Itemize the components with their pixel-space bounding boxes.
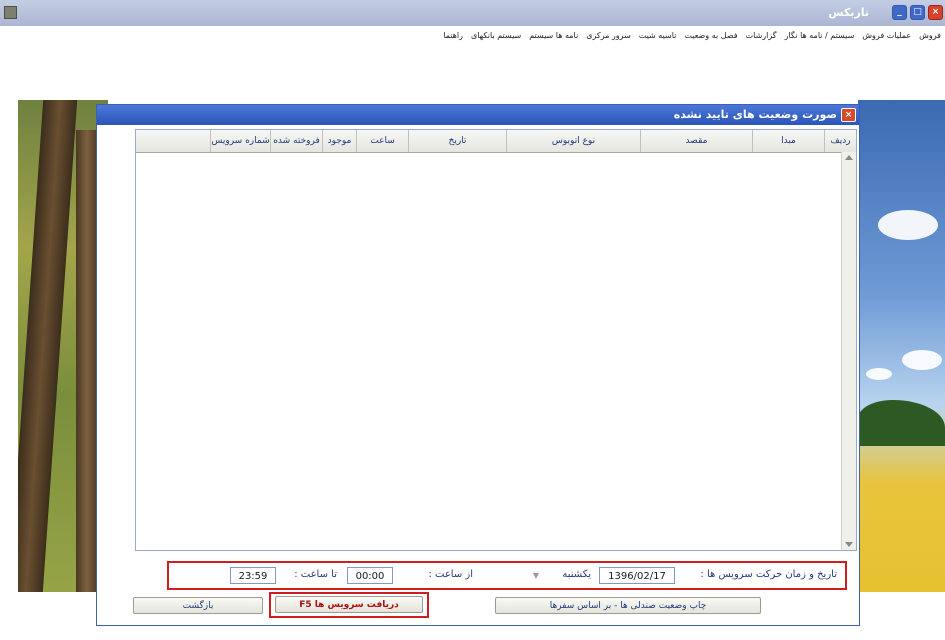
column-date[interactable]: تاریخ bbox=[408, 130, 506, 152]
menu-item-9[interactable]: سیستم بانکهای bbox=[467, 26, 525, 46]
to-time-field[interactable]: 23:59 bbox=[230, 567, 276, 584]
back-button[interactable]: بازگشت bbox=[133, 597, 263, 614]
close-button[interactable]: × bbox=[928, 5, 943, 20]
column-sold[interactable]: فروخته شده bbox=[270, 130, 322, 152]
grid-scrollbar[interactable] bbox=[841, 152, 856, 550]
departure-date-label: تاریخ و زمان حرکت سرویس ها : bbox=[700, 569, 837, 580]
menu-item-3[interactable]: سیستم / نامه ها نگار bbox=[781, 26, 859, 46]
menu-item-5[interactable]: فصل به وضعیت bbox=[680, 26, 741, 46]
unconfirmed-statements-dialog: × صورت وضعیت های تایید نشده ردیف مبدا مق… bbox=[96, 104, 860, 626]
column-bus-type[interactable]: نوع اتوبوس bbox=[506, 130, 640, 152]
services-grid[interactable]: ردیف مبدا مقصد نوع اتوبوس تاریخ ساعت موج… bbox=[135, 129, 857, 551]
column-service-number[interactable]: شماره سرویس bbox=[210, 130, 270, 152]
app-title: تاربکس bbox=[828, 6, 869, 19]
menu-bar: فروش عملیات فروش سیستم / نامه ها نگار گز… bbox=[0, 26, 945, 46]
receive-services-button[interactable]: دریافت سرویس ها F5 bbox=[275, 596, 423, 613]
background-landscape-image bbox=[858, 100, 945, 592]
app-titlebar: تاربکس _ □ × bbox=[0, 0, 945, 26]
scroll-down-icon[interactable] bbox=[845, 542, 853, 547]
from-time-label: از ساعت : bbox=[428, 569, 473, 580]
from-time-field[interactable]: 00:00 bbox=[347, 567, 393, 584]
column-row-number[interactable]: ردیف bbox=[824, 130, 856, 152]
menu-item-4[interactable]: گزارشات bbox=[742, 26, 781, 46]
minimize-button[interactable]: _ bbox=[892, 5, 907, 20]
print-seat-status-button[interactable]: چاپ وضعیت صندلی ها - بر اساس سفرها bbox=[495, 597, 761, 614]
weekday-label: یکشنبه bbox=[562, 569, 591, 580]
dialog-title: صورت وضعیت های تایید نشده bbox=[673, 108, 837, 121]
menu-item-10[interactable]: راهنما bbox=[439, 26, 467, 46]
departure-date-field[interactable]: 1396/02/17 bbox=[599, 567, 675, 584]
receive-button-highlight: دریافت سرویس ها F5 bbox=[269, 592, 429, 618]
menu-item-1[interactable]: فروش bbox=[915, 26, 945, 46]
to-time-label: تا ساعت : bbox=[294, 569, 337, 580]
grid-header: ردیف مبدا مقصد نوع اتوبوس تاریخ ساعت موج… bbox=[136, 130, 856, 153]
app-icon bbox=[4, 6, 17, 19]
maximize-button[interactable]: □ bbox=[910, 5, 925, 20]
dialog-close-icon[interactable]: × bbox=[841, 108, 856, 122]
menu-item-8[interactable]: نامه ها سیستم bbox=[525, 26, 582, 46]
column-destination[interactable]: مقصد bbox=[640, 130, 752, 152]
date-dropdown-icon[interactable]: ▼ bbox=[533, 571, 539, 580]
column-time[interactable]: ساعت bbox=[356, 130, 408, 152]
column-available[interactable]: موجود bbox=[322, 130, 356, 152]
menu-item-2[interactable]: عملیات فروش bbox=[858, 26, 915, 46]
filter-row: تاریخ و زمان حرکت سرویس ها : 1396/02/17 … bbox=[167, 561, 847, 590]
background-tree-image bbox=[18, 100, 108, 592]
dialog-titlebar: × صورت وضعیت های تایید نشده bbox=[97, 105, 859, 125]
menu-item-7[interactable]: سرور مرکزی bbox=[582, 26, 635, 46]
menu-item-6[interactable]: تاسیه شیت bbox=[635, 26, 681, 46]
scroll-up-icon[interactable] bbox=[845, 155, 853, 160]
column-origin[interactable]: مبدا bbox=[752, 130, 824, 152]
